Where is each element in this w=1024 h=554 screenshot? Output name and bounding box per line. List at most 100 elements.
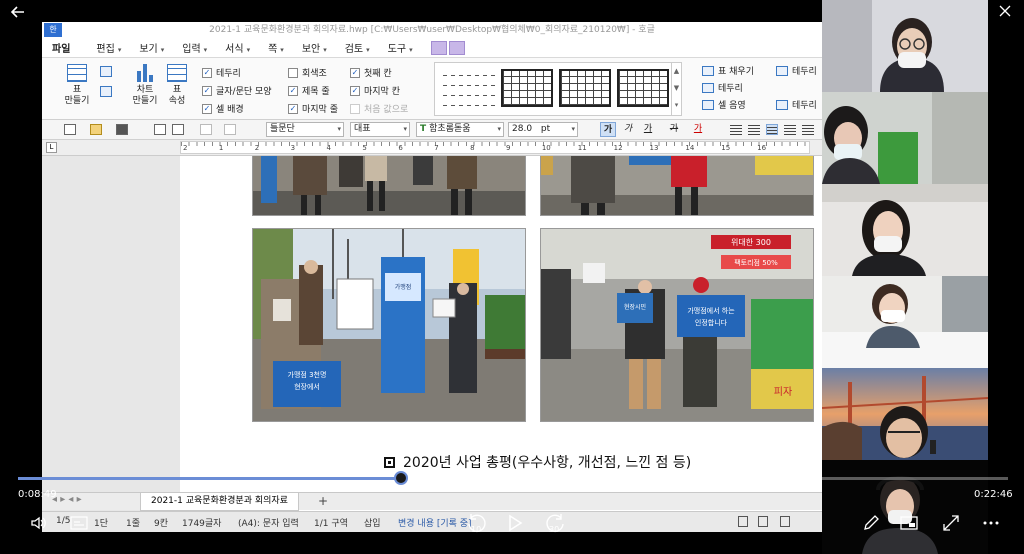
view-fit-icon[interactable] (758, 516, 768, 527)
bold-button[interactable]: 가 (600, 122, 616, 137)
ribbon: 표 만들기 차트 만들기 표 속성 ✓ 테두리 회색조 ✓ 첫째 칸 ✓ 글자/문단 … (42, 58, 822, 120)
mini-view-icon[interactable] (898, 512, 920, 534)
table-style-gallery[interactable]: ▲ ▼ ▾ (434, 62, 682, 116)
new-doc-icon[interactable] (64, 124, 76, 135)
participant-tile-4[interactable] (822, 276, 988, 368)
table-style-4[interactable] (617, 69, 669, 107)
menu-security[interactable]: 보안 ▾ (302, 40, 327, 55)
border-button[interactable]: 테두리 (702, 81, 743, 94)
participant-tile-6[interactable] (822, 460, 988, 554)
play-button[interactable] (504, 512, 526, 534)
volume-icon[interactable] (28, 512, 50, 534)
menu-format[interactable]: 서식 ▾ (225, 40, 250, 55)
italic-button[interactable]: 가 (620, 122, 636, 137)
align-right-icon[interactable] (784, 124, 796, 135)
menu-review[interactable]: 검토 ▾ (345, 40, 370, 55)
menu-page[interactable]: 쪽 ▾ (268, 40, 284, 55)
underline-button[interactable]: 가 (640, 122, 656, 137)
ruler-scale[interactable]: 2 1 2 3 4 5 6 7 8 9 10 11 12 13 14 15 16 (180, 141, 810, 154)
participant-tile-1[interactable] (822, 0, 988, 92)
checkbox-last-row[interactable]: ✓ 마지막 줄 (288, 102, 338, 115)
font-select[interactable]: T 함초롬돋움 ▾ (416, 122, 504, 137)
border-button-2[interactable]: 테두리 (776, 64, 817, 77)
checkbox-first-col[interactable]: ✓ 첫째 칸 (350, 66, 392, 79)
font-color-button[interactable]: 가 (690, 122, 706, 137)
save-icon[interactable] (116, 124, 128, 135)
language-select[interactable]: 대표 ▾ (350, 122, 410, 137)
align-left-icon[interactable] (730, 124, 742, 135)
participant-tile-3[interactable] (822, 184, 988, 276)
menu-view[interactable]: 보기 ▾ (139, 40, 164, 55)
preview-icon[interactable] (172, 124, 184, 135)
print-icon[interactable] (154, 124, 166, 135)
document-tab[interactable]: 2021-1 교육문화환경분과 회의자료 (140, 493, 299, 511)
document-tab-bar: ◂ ▸ ◂ ▸ 2021-1 교육문화환경분과 회의자료 + (42, 492, 822, 511)
table-design-icon[interactable] (430, 40, 447, 55)
svg-text:인정합니다: 인정합니다 (695, 318, 728, 327)
status-track-changes[interactable]: 변경 내용 [기록 중] (398, 516, 472, 529)
style-select[interactable]: 틀문단 ▾ (266, 122, 344, 137)
document-page[interactable]: 가맹점 가맹점 3천명 현장에서 위대한 300 팩토리점 50% 현장시민 가… (180, 156, 822, 511)
checkbox-cell-bg[interactable]: ✓ 셀 배경 (202, 102, 244, 115)
align-center-icon[interactable] (766, 124, 778, 135)
border-button-3[interactable]: 테두리 (776, 98, 817, 111)
participant-tile-5[interactable] (822, 368, 988, 460)
open-folder-icon[interactable] (90, 124, 102, 135)
ruler-number: 2 (183, 144, 188, 152)
menu-insert[interactable]: 입력 ▾ (182, 40, 207, 55)
align-justify-icon[interactable] (748, 124, 760, 135)
hwp-titlebar: 한 2021-1 교육문화환경분과 회의자료.hwp [C:₩Users₩use… (42, 22, 822, 38)
border-icon (776, 99, 788, 110)
back-arrow-icon[interactable] (10, 4, 30, 22)
reset-default-button[interactable]: 처음 값으로 (350, 102, 408, 115)
tab-type-icon[interactable]: L (46, 142, 57, 153)
view-normal-icon[interactable] (738, 516, 748, 527)
checkbox-char-para-shape[interactable]: ✓ 글자/문단 모양 (202, 84, 272, 97)
menu-bar: 파일 편집 ▾ 보기 ▾ 입력 ▾ 서식 ▾ 쪽 ▾ 보안 ▾ 검토 ▾ 도구 ▾ (42, 38, 822, 58)
table-fill-button[interactable]: 표 채우기 (702, 64, 754, 77)
close-icon[interactable] (995, 4, 1015, 24)
svg-text:현장에서: 현장에서 (294, 382, 320, 391)
table-style-1[interactable] (443, 69, 495, 107)
skip-back-button[interactable]: 10 (462, 512, 490, 534)
checkbox-header-row[interactable]: ✓ 제목 줄 (288, 84, 330, 97)
table-pen-icon[interactable] (100, 66, 112, 77)
cell-shade-button[interactable]: 셀 음영 (702, 98, 746, 111)
font-size-select[interactable]: 28.0 pt ▾ (508, 122, 578, 137)
captions-icon[interactable] (68, 512, 90, 534)
align-distribute-icon[interactable] (802, 124, 814, 135)
more-options-icon[interactable] (980, 512, 1002, 534)
edit-pen-icon[interactable] (860, 512, 882, 534)
checkbox-grayscale[interactable]: 회색조 (288, 66, 327, 79)
ruler-number: 12 (613, 144, 623, 152)
menu-edit[interactable]: 편집 ▾ (96, 40, 121, 55)
seek-bar[interactable] (18, 471, 1008, 485)
skip-forward-button[interactable]: 30 (542, 512, 570, 534)
table-layout-icon[interactable] (448, 40, 465, 55)
menu-tools[interactable]: 도구 ▾ (388, 40, 413, 55)
redo-icon[interactable] (224, 124, 236, 135)
checkbox-last-col[interactable]: ✓ 마지막 칸 (350, 84, 400, 97)
ruler-number: 4 (326, 144, 331, 152)
ruler-number: 15 (721, 144, 731, 152)
table-eraser-icon[interactable] (100, 86, 112, 97)
undo-icon[interactable] (200, 124, 212, 135)
ruler-number: 10 (541, 144, 551, 152)
gallery-scroll[interactable]: ▲ ▼ ▾ (671, 63, 681, 115)
add-tab-icon[interactable]: + (318, 494, 328, 509)
table-create-button[interactable]: 표 만들기 (60, 64, 94, 107)
table-style-3[interactable] (559, 69, 611, 107)
table-context-tabs[interactable] (430, 40, 465, 55)
border-icon (776, 65, 788, 76)
ruler-number: 3 (290, 144, 296, 152)
view-page-icon[interactable] (780, 516, 790, 527)
participant-tile-2[interactable] (822, 92, 988, 184)
strike-button[interactable]: 가 (666, 122, 682, 137)
table-properties-button[interactable]: 표 속성 (162, 64, 192, 107)
fullscreen-icon[interactable] (940, 512, 962, 534)
status-insert[interactable]: 삽입 (364, 516, 381, 529)
table-style-2[interactable] (501, 69, 553, 107)
chart-create-button[interactable]: 차트 만들기 (128, 64, 162, 107)
menu-file[interactable]: 파일 (52, 40, 70, 55)
checkbox-border[interactable]: ✓ 테두리 (202, 66, 241, 79)
